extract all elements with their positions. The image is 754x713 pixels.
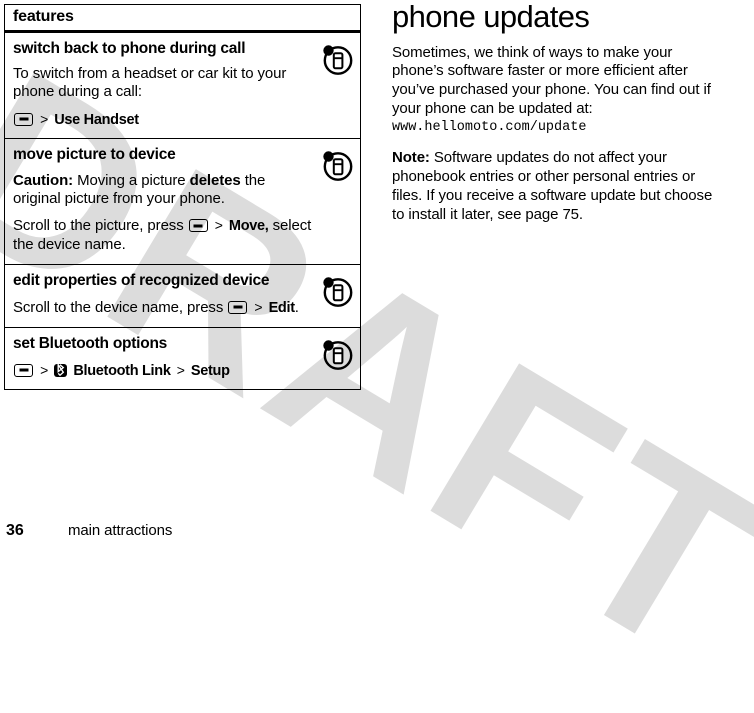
update-url: www.hellomoto.com/update xyxy=(392,119,587,135)
caution-text-a: Moving a picture xyxy=(73,171,190,189)
instr-prefix: Scroll to the picture, press xyxy=(13,217,184,235)
feature-nav-path: Scroll to the picture, press > Move, sel… xyxy=(13,217,314,255)
right-column: phone updates Sometimes, we think of way… xyxy=(392,0,722,236)
feature-caution-text: Caution: Moving a picture deletes the or… xyxy=(13,172,314,209)
bluetooth-device-icon xyxy=(319,147,355,183)
table-row: switch back to phone during call To swit… xyxy=(5,33,360,140)
feature-nav-path: > Bluetooth Link > Setup xyxy=(13,362,314,381)
nav-label-move: Move, xyxy=(228,218,269,235)
bluetooth-icon xyxy=(54,363,68,377)
note-paragraph: Note: Software updates do not affect you… xyxy=(392,149,722,224)
page-footer: 36 main attractions xyxy=(6,522,172,540)
note-text: Software updates do not affect your phon… xyxy=(392,149,713,223)
table-row: set Bluetooth options > Bluetooth Link >… xyxy=(5,328,360,390)
page-number: 36 xyxy=(6,522,24,539)
manual-page: features switch back to phone during cal… xyxy=(0,0,754,547)
bluetooth-device-icon xyxy=(319,41,355,77)
path-separator: > xyxy=(40,361,49,378)
nav-label-bluetooth-link: Bluetooth Link xyxy=(73,362,171,379)
feature-body-text: To switch from a headset or car kit to y… xyxy=(13,65,287,101)
instr-suffix: . xyxy=(294,298,299,316)
feature-title: edit properties of recognized device xyxy=(13,271,270,289)
features-table-header: features xyxy=(5,5,360,33)
feature-title: set Bluetooth options xyxy=(13,334,168,352)
nav-label-setup: Setup xyxy=(190,362,230,379)
path-separator: > xyxy=(176,361,185,378)
intro-paragraph: Sometimes, we think of ways to make your… xyxy=(392,43,711,117)
menu-key-icon xyxy=(228,300,248,314)
instr-prefix: Scroll to the device name, press xyxy=(13,298,224,316)
menu-key-icon xyxy=(14,363,33,377)
note-label: Note: xyxy=(392,149,430,167)
feature-title: switch back to phone during call xyxy=(13,40,246,57)
bluetooth-device-icon xyxy=(319,273,355,309)
table-row: move picture to device Caution: Moving a… xyxy=(5,139,360,265)
menu-key-icon xyxy=(14,112,33,126)
nav-label-edit: Edit xyxy=(268,299,295,316)
caution-label: Caution: xyxy=(13,171,74,189)
table-row: edit properties of recognized device Scr… xyxy=(5,265,360,328)
feature-nav-path: > Use Handset xyxy=(13,111,314,130)
path-separator: > xyxy=(254,298,263,315)
feature-nav-path: Scroll to the device name, press > Edit. xyxy=(13,299,314,318)
page-title: phone updates xyxy=(392,0,590,34)
features-table: features switch back to phone during cal… xyxy=(4,4,361,391)
caution-bold-word: deletes xyxy=(189,171,241,189)
path-separator: > xyxy=(214,217,223,234)
feature-title: move picture to device xyxy=(13,146,176,164)
menu-key-icon xyxy=(188,219,208,233)
bluetooth-device-icon xyxy=(319,336,355,372)
path-separator: > xyxy=(40,110,49,127)
nav-label-use-handset: Use Handset xyxy=(54,111,139,128)
footer-chapter-title: main attractions xyxy=(68,522,173,539)
features-table-header-label: features xyxy=(13,8,74,25)
